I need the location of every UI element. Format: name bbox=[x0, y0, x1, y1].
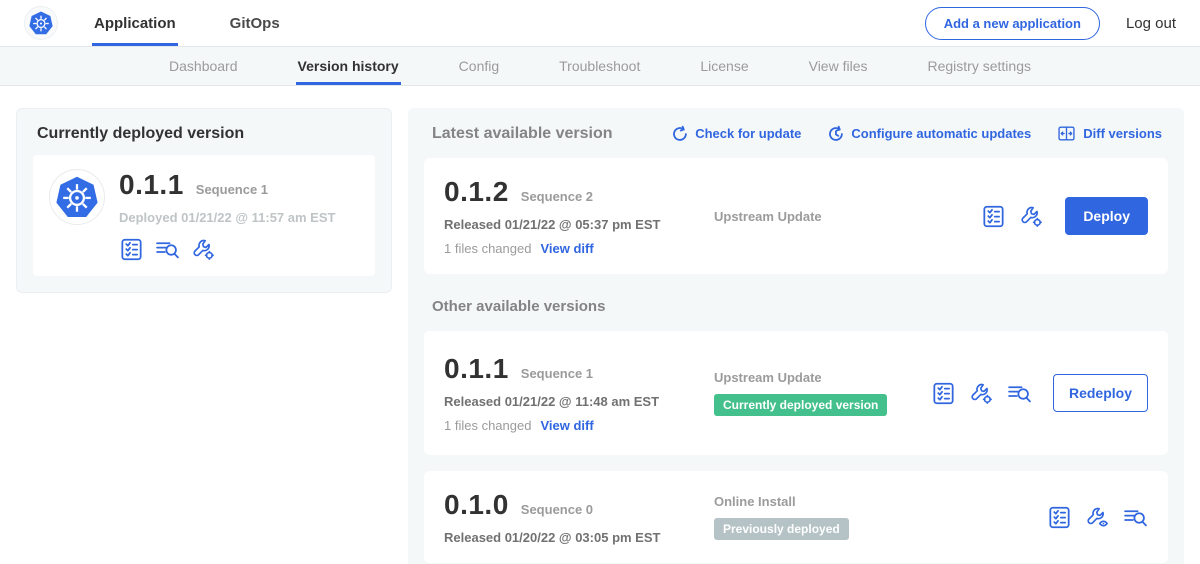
redeploy-button[interactable]: Redeploy bbox=[1053, 374, 1148, 412]
configure-automatic-updates-link[interactable]: Configure automatic updates bbox=[827, 125, 1031, 142]
subnav-version-history[interactable]: Version history bbox=[296, 47, 401, 85]
kubernetes-logo-icon bbox=[24, 6, 58, 40]
deployed-version-number: 0.1.1 bbox=[119, 169, 184, 201]
files-changed-label: 1 files changed bbox=[444, 241, 531, 256]
app-subnav: Dashboard Version history Config Trouble… bbox=[0, 47, 1200, 86]
version-source: Upstream Update bbox=[714, 370, 931, 385]
preflight-checks-icon[interactable] bbox=[931, 381, 956, 406]
released-timestamp: Released 01/20/22 @ 03:05 pm EST bbox=[444, 530, 702, 545]
tab-application[interactable]: Application bbox=[92, 0, 178, 46]
config-wrench-icon[interactable] bbox=[1085, 505, 1110, 530]
subnav-view-files[interactable]: View files bbox=[807, 47, 870, 85]
version-card-0-1-2: 0.1.2 Sequence 2 Released 01/21/22 @ 05:… bbox=[424, 158, 1168, 274]
deployed-version-row: 0.1.1 Sequence 1 Deployed 01/21/22 @ 11:… bbox=[33, 155, 375, 276]
diff-versions-link[interactable]: Diff versions bbox=[1057, 124, 1162, 143]
subnav-dashboard[interactable]: Dashboard bbox=[167, 47, 240, 85]
view-diff-link[interactable]: View diff bbox=[540, 418, 593, 433]
currently-deployed-badge: Currently deployed version bbox=[714, 394, 887, 416]
version-card-0-1-1: 0.1.1 Sequence 1 Released 01/21/22 @ 11:… bbox=[424, 331, 1168, 455]
latest-available-title: Latest available version bbox=[432, 125, 613, 143]
subnav-license[interactable]: License bbox=[698, 47, 750, 85]
available-versions-panel: Latest available version Check for updat… bbox=[408, 108, 1184, 564]
version-sequence: Sequence 1 bbox=[521, 366, 593, 381]
version-number: 0.1.1 bbox=[444, 353, 509, 385]
config-wrench-icon[interactable] bbox=[191, 237, 216, 262]
previously-deployed-badge: Previously deployed bbox=[714, 518, 849, 540]
refresh-icon bbox=[671, 125, 688, 142]
version-number: 0.1.2 bbox=[444, 176, 509, 208]
version-sequence: Sequence 2 bbox=[521, 189, 593, 204]
schedule-update-icon bbox=[827, 125, 844, 142]
diff-icon bbox=[1057, 124, 1076, 143]
released-timestamp: Released 01/21/22 @ 11:48 am EST bbox=[444, 394, 702, 409]
app-icon bbox=[49, 169, 105, 225]
version-number: 0.1.0 bbox=[444, 489, 509, 521]
deployed-timestamp: Deployed 01/21/22 @ 11:57 am EST bbox=[119, 210, 335, 225]
files-changed-label: 1 files changed bbox=[444, 418, 531, 433]
subnav-registry-settings[interactable]: Registry settings bbox=[926, 47, 1033, 85]
other-available-title: Other available versions bbox=[432, 298, 1168, 315]
version-card-0-1-0: 0.1.0 Sequence 0 Released 01/20/22 @ 03:… bbox=[424, 471, 1168, 563]
deployed-sequence: Sequence 1 bbox=[196, 182, 268, 197]
released-timestamp: Released 01/21/22 @ 05:37 pm EST bbox=[444, 217, 702, 232]
config-wrench-icon[interactable] bbox=[1019, 204, 1044, 229]
deploy-button[interactable]: Deploy bbox=[1065, 197, 1148, 235]
preflight-checks-icon[interactable] bbox=[981, 204, 1006, 229]
preflight-checks-icon[interactable] bbox=[1047, 505, 1072, 530]
add-new-application-button[interactable]: Add a new application bbox=[925, 7, 1100, 40]
config-wrench-icon[interactable] bbox=[969, 381, 994, 406]
preflight-checks-icon[interactable] bbox=[119, 237, 144, 262]
version-source: Online Install bbox=[714, 494, 1047, 509]
subnav-troubleshoot[interactable]: Troubleshoot bbox=[557, 47, 642, 85]
version-history-page: Currently deployed version 0.1.1 Sequenc… bbox=[0, 86, 1200, 564]
app-logo bbox=[24, 0, 58, 46]
logout-link[interactable]: Log out bbox=[1126, 15, 1176, 32]
deploy-logs-icon[interactable] bbox=[155, 237, 180, 262]
top-navbar: Application GitOps Add a new application… bbox=[0, 0, 1200, 47]
deploy-logs-icon[interactable] bbox=[1123, 505, 1148, 530]
deploy-logs-icon[interactable] bbox=[1007, 381, 1032, 406]
currently-deployed-title: Currently deployed version bbox=[33, 123, 375, 143]
subnav-config[interactable]: Config bbox=[457, 47, 501, 85]
version-sequence: Sequence 0 bbox=[521, 502, 593, 517]
version-source: Upstream Update bbox=[714, 209, 981, 224]
tab-gitops[interactable]: GitOps bbox=[228, 0, 282, 46]
check-for-update-link[interactable]: Check for update bbox=[671, 125, 801, 142]
view-diff-link[interactable]: View diff bbox=[540, 241, 593, 256]
currently-deployed-card: Currently deployed version 0.1.1 Sequenc… bbox=[16, 108, 392, 293]
